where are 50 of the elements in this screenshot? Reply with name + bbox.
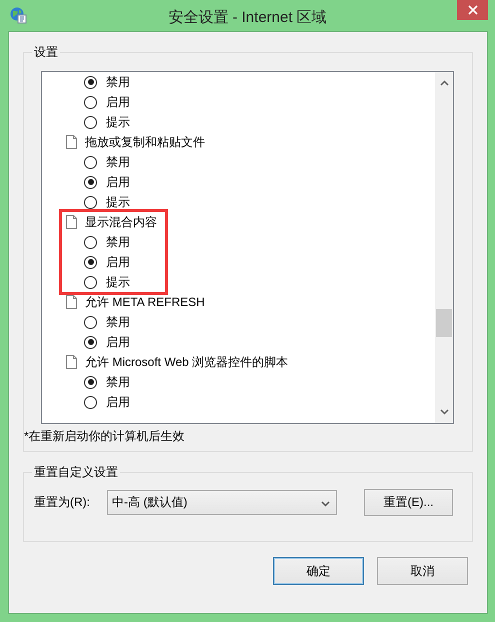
reset-button[interactable]: 重置(E)... [364,489,453,516]
option-label[interactable]: 启用 [106,334,130,350]
field-label: 重置为(R): [34,494,91,511]
radio-button[interactable] [84,196,97,208]
radio-button[interactable] [84,396,97,408]
scroll-down-icon[interactable] [440,409,448,415]
option-label[interactable]: 禁用 [106,314,130,330]
cancel-button[interactable]: 取消 [377,557,468,585]
option-label[interactable]: 启用 [106,174,130,190]
group-label: 重置自定义设置 [32,465,120,480]
document-icon [66,355,77,369]
option-label[interactable]: 禁用 [106,234,130,250]
radio-button[interactable] [84,376,97,388]
option-label[interactable]: 禁用 [106,374,130,390]
option-label[interactable]: 禁用 [106,154,130,170]
setting-title: 允许 META REFRESH [85,294,205,310]
document-icon [66,215,77,229]
setting-title: 显示混合内容 [85,214,157,230]
radio-button[interactable] [84,256,97,268]
option-label[interactable]: 启用 [106,94,130,110]
close-button[interactable] [457,0,488,20]
document-icon [66,135,77,149]
option-label[interactable]: 提示 [106,274,130,290]
group-label: 设置 [32,45,60,60]
level-dropdown[interactable]: 中-高 (默认值) [107,490,337,515]
radio-button[interactable] [84,276,97,288]
radio-button[interactable] [84,316,97,328]
option-label[interactable]: 禁用 [106,74,130,90]
window-title: 安全设置 - Internet 区域 [168,8,327,27]
option-label[interactable]: 启用 [106,254,130,270]
radio-button[interactable] [84,116,97,128]
option-label[interactable]: 启用 [106,394,130,410]
ok-button[interactable]: 确定 [273,557,364,585]
radio-button[interactable] [84,236,97,248]
radio-button[interactable] [84,336,97,348]
radio-button[interactable] [84,156,97,168]
setting-title: 允许 Microsoft Web 浏览器控件的脚本 [85,354,288,370]
scrollbar[interactable] [435,72,453,423]
option-label[interactable]: 提示 [106,114,130,130]
close-icon[interactable] [468,5,478,15]
scroll-up-icon[interactable] [440,80,448,86]
document-icon [66,295,77,309]
setting-title: 拖放或复制和粘贴文件 [85,134,205,150]
scroll-thumb[interactable] [436,309,452,337]
radio-button[interactable] [84,96,97,108]
note-text: *在重新启动你的计算机后生效 [24,428,186,444]
option-label[interactable]: 提示 [106,194,130,210]
globe-icon [10,7,27,24]
radio-button[interactable] [84,76,97,88]
radio-button[interactable] [84,176,97,188]
